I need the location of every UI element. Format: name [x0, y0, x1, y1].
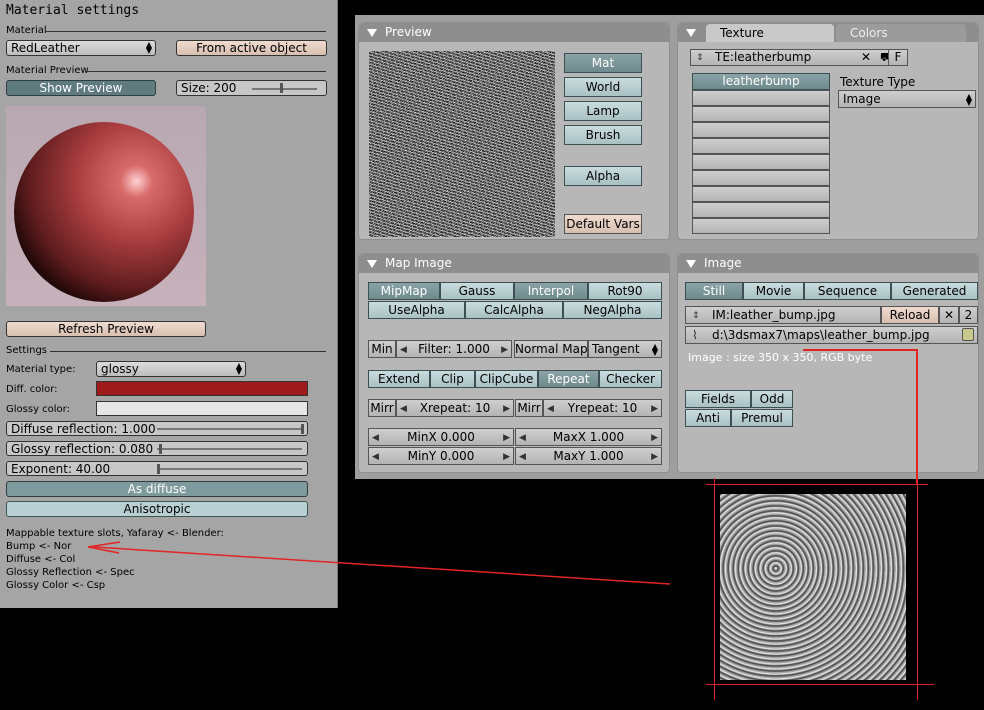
- annotation-arrow: [87, 541, 671, 585]
- arrow-head: [87, 541, 121, 548]
- arrow-shaft: [93, 546, 671, 585]
